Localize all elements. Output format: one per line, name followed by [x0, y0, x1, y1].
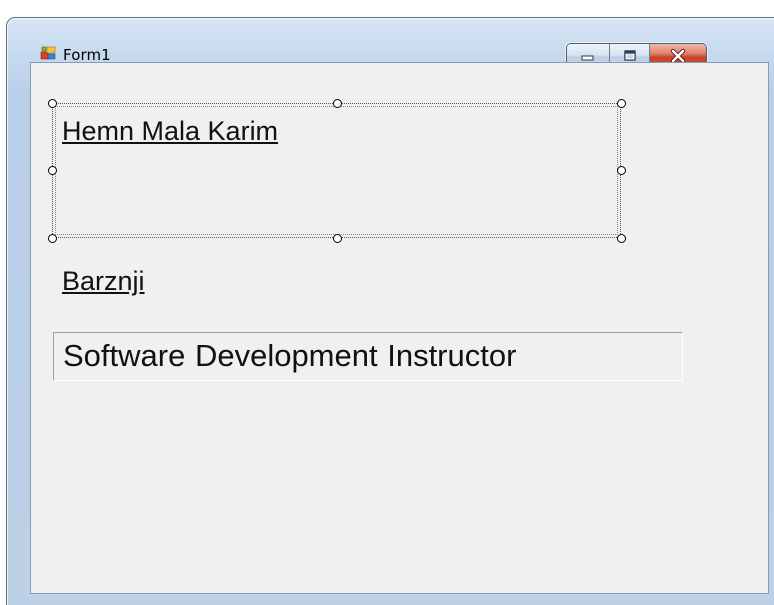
- resize-handle-top-right[interactable]: [617, 99, 626, 108]
- resize-handle-bottom-right[interactable]: [617, 234, 626, 243]
- minimize-icon: [581, 55, 594, 61]
- screen: Form1 Hemn Mala Karim Barznji Software D…: [0, 0, 774, 605]
- resize-handle-middle-left[interactable]: [48, 166, 57, 175]
- form-app-icon: [40, 46, 56, 60]
- resize-handle-bottom-center[interactable]: [333, 234, 342, 243]
- resize-handle-bottom-left[interactable]: [48, 234, 57, 243]
- maximize-icon: [623, 50, 636, 61]
- surname-label[interactable]: Barznji: [62, 266, 145, 297]
- resize-handle-top-center[interactable]: [333, 99, 342, 108]
- resize-handle-middle-right[interactable]: [617, 166, 626, 175]
- resize-handle-top-left[interactable]: [48, 99, 57, 108]
- name-label[interactable]: Hemn Mala Karim: [62, 116, 278, 147]
- job-title-label[interactable]: Software Development Instructor: [53, 332, 683, 381]
